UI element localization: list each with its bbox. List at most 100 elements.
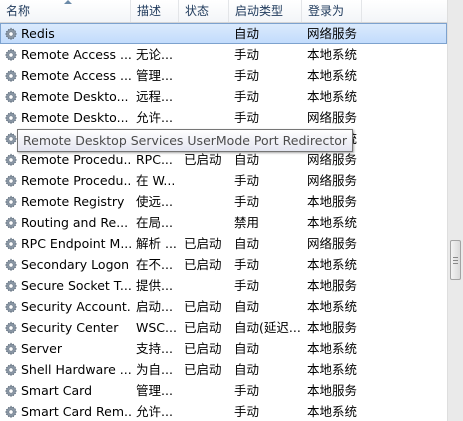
gear-icon <box>4 362 18 377</box>
service-startup-type: 自动 <box>234 341 260 356</box>
service-description: 在不... <box>136 257 173 272</box>
service-name: Server <box>21 341 62 356</box>
service-row[interactable]: RPC Endpoint M... 解析 ... 已启动 自动 网络服务 <box>0 233 447 254</box>
service-description: 允许... <box>136 110 173 125</box>
thumb-grip-line <box>453 260 458 261</box>
service-startup-type: 自动 <box>234 362 260 377</box>
column-header-description[interactable]: 描述 <box>131 0 179 22</box>
service-startup-type: 手动 <box>234 383 260 398</box>
service-log-on-as: 本地系统 <box>307 47 358 62</box>
service-description: 支持... <box>136 341 173 356</box>
service-log-on-as: 网络服务 <box>307 152 358 167</box>
column-header-status-label: 状态 <box>185 4 210 18</box>
service-row[interactable]: Remote Deskto... 远程... 手动 本地系统 <box>0 86 447 107</box>
service-log-on-as: 网络服务 <box>307 110 358 125</box>
service-name-cell: Security Account... <box>0 296 131 317</box>
service-description: 管理... <box>136 383 173 398</box>
service-log-on-as: 本地服务 <box>307 383 358 398</box>
service-status: 已启动 <box>184 320 222 335</box>
service-row[interactable]: Routing and Re... 在局... 禁用 本地系统 <box>0 212 447 233</box>
service-name-cell: Redis <box>0 23 131 44</box>
service-name-cell: Remote Registry <box>0 191 131 212</box>
service-status: 已启动 <box>184 299 222 314</box>
service-startup-type: 手动 <box>234 89 260 104</box>
service-row[interactable]: Shell Hardware ... 为自... 已启动 自动 本地系统 <box>0 359 447 380</box>
service-startup-type: 自动 <box>234 299 260 314</box>
service-row[interactable]: Remote Access ... 管理... 手动 本地系统 <box>0 65 447 86</box>
name-tooltip: Remote Desktop Services UserMode Port Re… <box>17 129 354 152</box>
service-description: 在局... <box>136 215 173 230</box>
service-row[interactable]: Security Center WSC... 已启动 自动(延迟... 本地服务 <box>0 317 447 338</box>
gear-icon <box>4 299 18 314</box>
service-row[interactable]: Remote Procedu... RPC... 已启动 自动 网络服务 <box>0 149 447 170</box>
service-name: RPC Endpoint M... <box>21 236 131 251</box>
service-startup-type: 手动 <box>234 110 260 125</box>
service-row[interactable]: Secure Socket T... 提供... 手动 本地服务 <box>0 275 447 296</box>
column-header-log-on-as[interactable]: 登录为 <box>302 0 362 22</box>
service-log-on-as: 本地系统 <box>307 68 358 83</box>
service-status: 已启动 <box>184 152 222 167</box>
service-status <box>179 212 229 233</box>
scrollbar-thumb[interactable] <box>450 240 461 280</box>
service-row[interactable]: Smart Card Rem... 允许... 手动 本地系统 <box>0 401 447 421</box>
column-header-bar: 名称 描述 状态 启动类型 登录为 <box>0 0 447 23</box>
service-name: Redis <box>21 26 55 41</box>
service-name-cell: Secondary Logon <box>0 254 131 275</box>
service-log-on-as: 本地系统 <box>307 362 358 377</box>
service-startup-type: 手动 <box>234 257 260 272</box>
service-status: 已启动 <box>184 236 222 251</box>
service-status <box>179 191 229 212</box>
service-description: 提供... <box>136 278 173 293</box>
service-name-cell: Server <box>0 338 131 359</box>
service-status <box>179 86 229 107</box>
service-name: Remote Procedu... <box>21 173 131 188</box>
column-header-startup-type[interactable]: 启动类型 <box>229 0 302 22</box>
column-header-name[interactable]: 名称 <box>0 0 131 22</box>
service-name: Remote Access ... <box>21 47 131 62</box>
service-row[interactable]: Smart Card 管理... 手动 本地服务 <box>0 380 447 401</box>
column-header-status[interactable]: 状态 <box>179 0 229 22</box>
service-log-on-as: 网络服务 <box>307 26 358 41</box>
gear-icon <box>4 26 18 41</box>
service-log-on-as: 本地系统 <box>307 299 358 314</box>
service-row[interactable]: Remote Registry 使远... 手动 本地服务 <box>0 191 447 212</box>
service-row[interactable]: Secondary Logon 在不... 已启动 手动 本地系统 <box>0 254 447 275</box>
service-name: Security Account... <box>21 299 131 314</box>
service-description <box>131 23 179 44</box>
service-status <box>179 107 229 128</box>
vertical-scrollbar[interactable] <box>447 0 463 421</box>
service-status <box>179 380 229 401</box>
service-startup-type: 手动 <box>234 404 260 419</box>
service-status <box>179 23 229 44</box>
service-row[interactable]: Redis 自动 网络服务 <box>0 23 447 44</box>
sort-ascending-icon <box>64 0 72 4</box>
services-list-view: 名称 描述 状态 启动类型 登录为 Redis 自动 网络服务 Remote Acce… <box>0 0 447 421</box>
service-name: Remote Procedu... <box>21 152 131 167</box>
service-log-on-as: 本地系统 <box>307 404 358 419</box>
service-name: Security Center <box>21 320 119 335</box>
gear-icon <box>4 152 18 167</box>
service-name-cell: Remote Access ... <box>0 44 131 65</box>
service-name-cell: Secure Socket T... <box>0 275 131 296</box>
column-header-name-label: 名称 <box>6 4 31 18</box>
gear-icon <box>4 320 18 335</box>
service-startup-type: 手动 <box>234 278 260 293</box>
service-status: 已启动 <box>184 257 222 272</box>
service-name-cell: Smart Card Rem... <box>0 401 131 421</box>
service-startup-type: 自动(延迟... <box>234 320 301 335</box>
gear-icon <box>4 68 18 83</box>
service-row[interactable]: Remote Deskto... 允许... 手动 网络服务 <box>0 107 447 128</box>
service-description: 允许... <box>136 404 173 419</box>
service-row[interactable]: Security Account... 启动... 已启动 自动 本地系统 <box>0 296 447 317</box>
service-name: Remote Deskto... <box>21 89 129 104</box>
service-name: Remote Deskto... <box>21 110 129 125</box>
service-row[interactable]: Remote Access ... 无论... 手动 本地系统 <box>0 44 447 65</box>
service-description: 远程... <box>136 89 173 104</box>
service-description: 解析 ... <box>136 236 177 251</box>
gear-icon <box>4 173 18 188</box>
service-row[interactable]: Server 支持... 已启动 自动 本地系统 <box>0 338 447 359</box>
service-row[interactable]: Remote Procedu... 在 W... 手动 网络服务 <box>0 170 447 191</box>
service-startup-type: 手动 <box>234 47 260 62</box>
gear-icon <box>4 278 18 293</box>
service-name: Routing and Re... <box>21 215 129 230</box>
